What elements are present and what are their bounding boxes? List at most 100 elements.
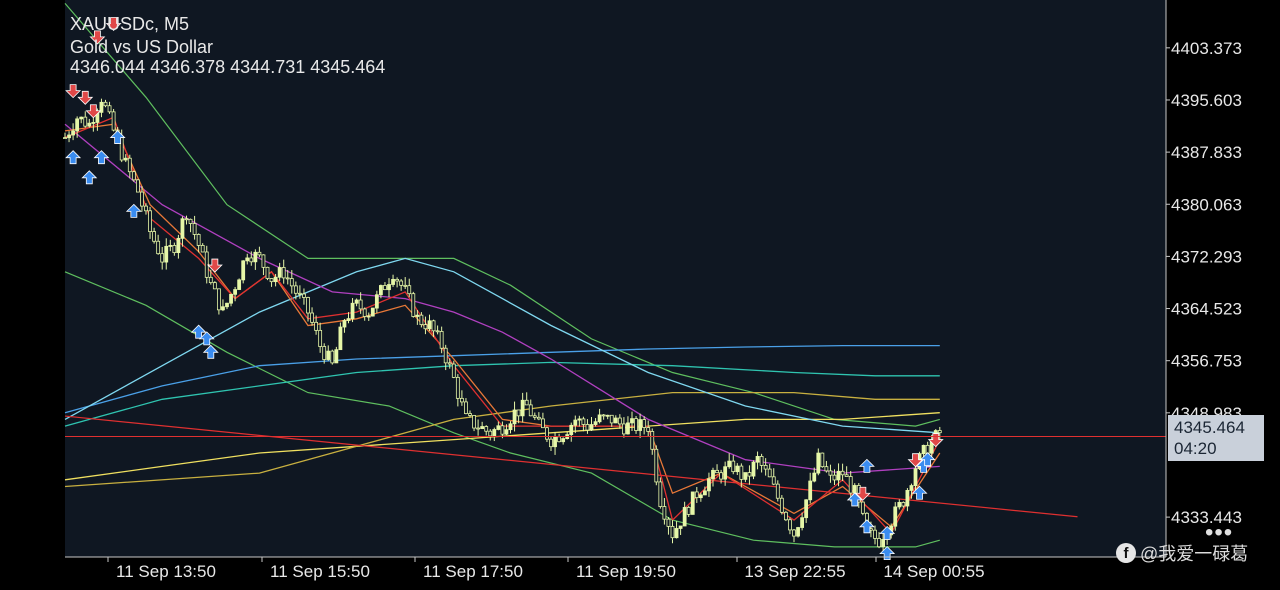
candle-body <box>411 293 416 317</box>
candle-body <box>196 234 201 246</box>
candle-body <box>131 171 136 181</box>
candle-body <box>480 426 485 430</box>
candle-body <box>423 324 428 330</box>
time-tick-label: 11 Sep 15:50 <box>270 562 370 581</box>
watermark-text: @我爱一碌葛 <box>1140 544 1249 564</box>
candle-body <box>512 409 517 425</box>
candle-body <box>723 466 728 480</box>
candle-body <box>419 314 424 326</box>
candle-body <box>310 312 314 323</box>
candle-body <box>646 427 651 432</box>
candle-body <box>269 278 274 283</box>
candle-body <box>354 299 359 304</box>
candle-body <box>703 490 707 496</box>
time-tick-label: 14 Sep 00:55 <box>883 562 984 581</box>
candle-body <box>937 430 942 434</box>
candle-body <box>767 468 772 478</box>
candle-body <box>751 461 756 477</box>
candle-body <box>265 266 270 279</box>
candle-body <box>873 529 877 539</box>
candle-body <box>528 404 533 417</box>
candle-body <box>836 470 841 481</box>
candle-body <box>788 519 792 531</box>
candle-body <box>605 414 610 417</box>
candle-body <box>241 260 246 281</box>
candle-body <box>71 130 75 136</box>
candle-body <box>127 157 132 173</box>
candle-body <box>804 499 809 519</box>
candle-body <box>630 418 634 424</box>
price-tick-label: 4395.603 <box>1171 91 1242 110</box>
candle-body <box>698 494 703 499</box>
candle-body <box>682 507 687 527</box>
candle-body <box>79 116 84 120</box>
candle-body <box>784 511 788 521</box>
candle-body <box>662 506 667 520</box>
candle-body <box>553 436 557 448</box>
candle-body <box>743 472 748 480</box>
candle-body <box>816 452 821 474</box>
candle-body <box>322 346 327 360</box>
candle-body <box>156 240 161 255</box>
chart[interactable]: 4403.373 4395.603 4387.833 4380.063 4372.293… <box>0 0 1280 585</box>
candle-body <box>83 116 88 127</box>
candle-body <box>909 485 914 491</box>
candle-body <box>212 282 217 290</box>
price-tick-label: 4372.293 <box>1171 247 1242 266</box>
candle-body <box>524 399 529 406</box>
candle-body <box>306 297 310 314</box>
candle-body <box>921 444 926 455</box>
candle-body <box>755 456 760 463</box>
candle-body <box>593 421 598 425</box>
candle-body <box>468 413 472 416</box>
candle-body <box>731 460 736 473</box>
candle-body <box>897 502 902 508</box>
candle-body <box>585 424 590 431</box>
candle-body <box>739 465 744 480</box>
time-tick-label: 11 Sep 13:50 <box>116 562 216 581</box>
candle-body <box>172 245 177 254</box>
candle-body <box>913 468 918 486</box>
candle-body <box>666 518 671 527</box>
candle-body <box>484 426 489 432</box>
price-tick-label: 4356.753 <box>1171 352 1242 371</box>
candle-body <box>383 285 387 291</box>
candle-body <box>184 218 189 221</box>
candle-body <box>617 417 622 425</box>
candle-body <box>297 292 302 295</box>
watermark: f @我爱一碌葛 <box>1116 540 1248 566</box>
candle-body <box>828 470 833 476</box>
candle-body <box>277 267 282 278</box>
chart-svg[interactable]: 4403.373 4395.603 4387.833 4380.063 4372.293… <box>0 0 1280 585</box>
candle-body <box>455 376 460 399</box>
candle-body <box>249 257 254 263</box>
candle-body <box>642 419 647 428</box>
candle-body <box>257 251 262 256</box>
candle-body <box>415 314 420 317</box>
candle-body <box>654 448 659 483</box>
candle-body <box>107 105 112 113</box>
plot-area[interactable] <box>65 0 1166 557</box>
candle-body <box>759 456 764 466</box>
candle-body <box>613 417 618 424</box>
candle-body <box>532 415 537 418</box>
candle-body <box>860 501 865 514</box>
candle-body <box>140 191 144 207</box>
candle-body <box>719 472 723 480</box>
candle-body <box>160 253 165 263</box>
candle-body <box>180 218 185 239</box>
candle-body <box>670 525 675 539</box>
candle-body <box>820 452 825 468</box>
candle-body <box>901 502 906 507</box>
candle-body <box>622 423 626 435</box>
candle-body <box>763 465 768 470</box>
time-tick-label: 13 Sep 22:55 <box>744 562 845 581</box>
candle-body <box>103 101 108 107</box>
candle-body <box>459 397 464 403</box>
candle-body <box>541 418 545 429</box>
candle-body <box>330 350 335 364</box>
candle-body <box>545 427 549 440</box>
candle-body <box>188 218 193 224</box>
candle-body <box>536 416 541 420</box>
candle-body <box>370 307 375 317</box>
